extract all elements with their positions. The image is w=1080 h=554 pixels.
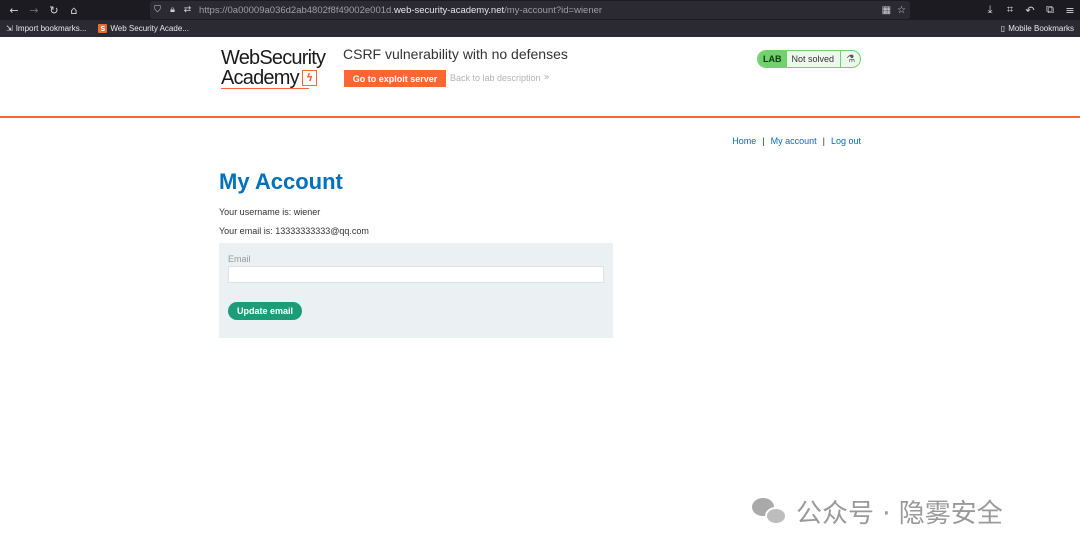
import-icon: ⇲	[6, 24, 13, 33]
update-email-button[interactable]: Update email	[228, 302, 302, 320]
bookmark-star-icon[interactable]: ☆	[897, 5, 906, 16]
go-to-exploit-server-button[interactable]: Go to exploit server	[344, 70, 446, 87]
lab-badge: LAB	[758, 51, 787, 67]
log-out-link[interactable]: Log out	[831, 136, 861, 146]
portswigger-favicon-icon: S	[98, 24, 108, 33]
account-nav: Home | My account | Log out	[732, 136, 861, 146]
undo-icon[interactable]: ↶	[1020, 0, 1040, 20]
back-icon[interactable]: ←	[4, 0, 24, 20]
downloads-icon[interactable]: ⤓	[980, 0, 1000, 20]
home-icon[interactable]: ⌂	[64, 0, 84, 20]
lock-icon[interactable]: 🔒︎	[165, 1, 180, 19]
watermark-text: 公众号 · 隐雾安全	[796, 498, 1003, 529]
browser-toolbar: ← → ↻ ⌂ ⛉ 🔒︎ ⇄ https://0a00009a036d2ab48…	[0, 0, 1080, 20]
flask-icon: ⚗	[840, 51, 860, 67]
lab-status-text: Not solved	[791, 54, 835, 64]
double-chevron-right-icon: »	[543, 72, 550, 83]
reload-icon[interactable]: ↻	[44, 0, 64, 20]
bookmark-import[interactable]: ⇲ Import bookmarks...	[0, 24, 92, 33]
site-header: WebSecurity Academy ϟ CSRF vulnerability…	[0, 37, 1080, 118]
wechat-watermark: 公众号 · 隐雾安全	[752, 494, 1003, 529]
forward-icon[interactable]: →	[24, 0, 44, 20]
nav-separator: |	[822, 136, 825, 146]
username-info: Your username is: wiener	[219, 207, 321, 217]
bookmark-web-security-academy[interactable]: S Web Security Acade...	[92, 24, 195, 33]
mobile-device-icon: ▯	[1000, 24, 1006, 33]
email-label: Email	[228, 254, 251, 264]
my-account-link[interactable]: My account	[771, 136, 817, 146]
email-input[interactable]	[228, 266, 604, 283]
nav-separator: |	[762, 136, 765, 146]
email-info: Your email is: 13333333333@qq.com	[219, 226, 369, 236]
permissions-icon[interactable]: ⇄	[180, 1, 195, 19]
extensions-icon[interactable]: ⧉	[1040, 0, 1060, 20]
page-title: My Account	[219, 169, 343, 194]
lab-status-widget: LAB Not solved ⚗	[757, 50, 861, 68]
address-bar[interactable]: ⛉ 🔒︎ ⇄ https://0a00009a036d2ab4802f8f490…	[150, 1, 910, 19]
lab-title: CSRF vulnerability with no defenses	[343, 46, 568, 62]
url-text[interactable]: https://0a00009a036d2ab4802f8f49002e001d…	[199, 5, 602, 16]
menu-icon[interactable]: ≡	[1060, 0, 1080, 20]
mobile-bookmarks[interactable]: ▯ Mobile Bookmarks	[1001, 20, 1074, 37]
change-email-form: Email Update email	[219, 243, 613, 338]
back-to-lab-description-link[interactable]: Back to lab description »	[450, 72, 550, 83]
crop-icon[interactable]: ⌗	[1000, 0, 1020, 20]
lightning-bolt-icon: ϟ	[301, 70, 317, 86]
home-link[interactable]: Home	[732, 136, 756, 146]
wechat-icon	[752, 496, 788, 526]
shield-icon[interactable]: ⛉	[150, 1, 165, 19]
bookmark-label: Web Security Acade...	[110, 24, 189, 33]
qr-code-icon[interactable]: ▦	[882, 5, 891, 16]
web-security-academy-logo[interactable]: WebSecurity Academy ϟ	[221, 48, 336, 90]
bookmarks-toolbar: ⇲ Import bookmarks... S Web Security Aca…	[0, 20, 1080, 37]
bookmark-label: Import bookmarks...	[15, 24, 87, 33]
